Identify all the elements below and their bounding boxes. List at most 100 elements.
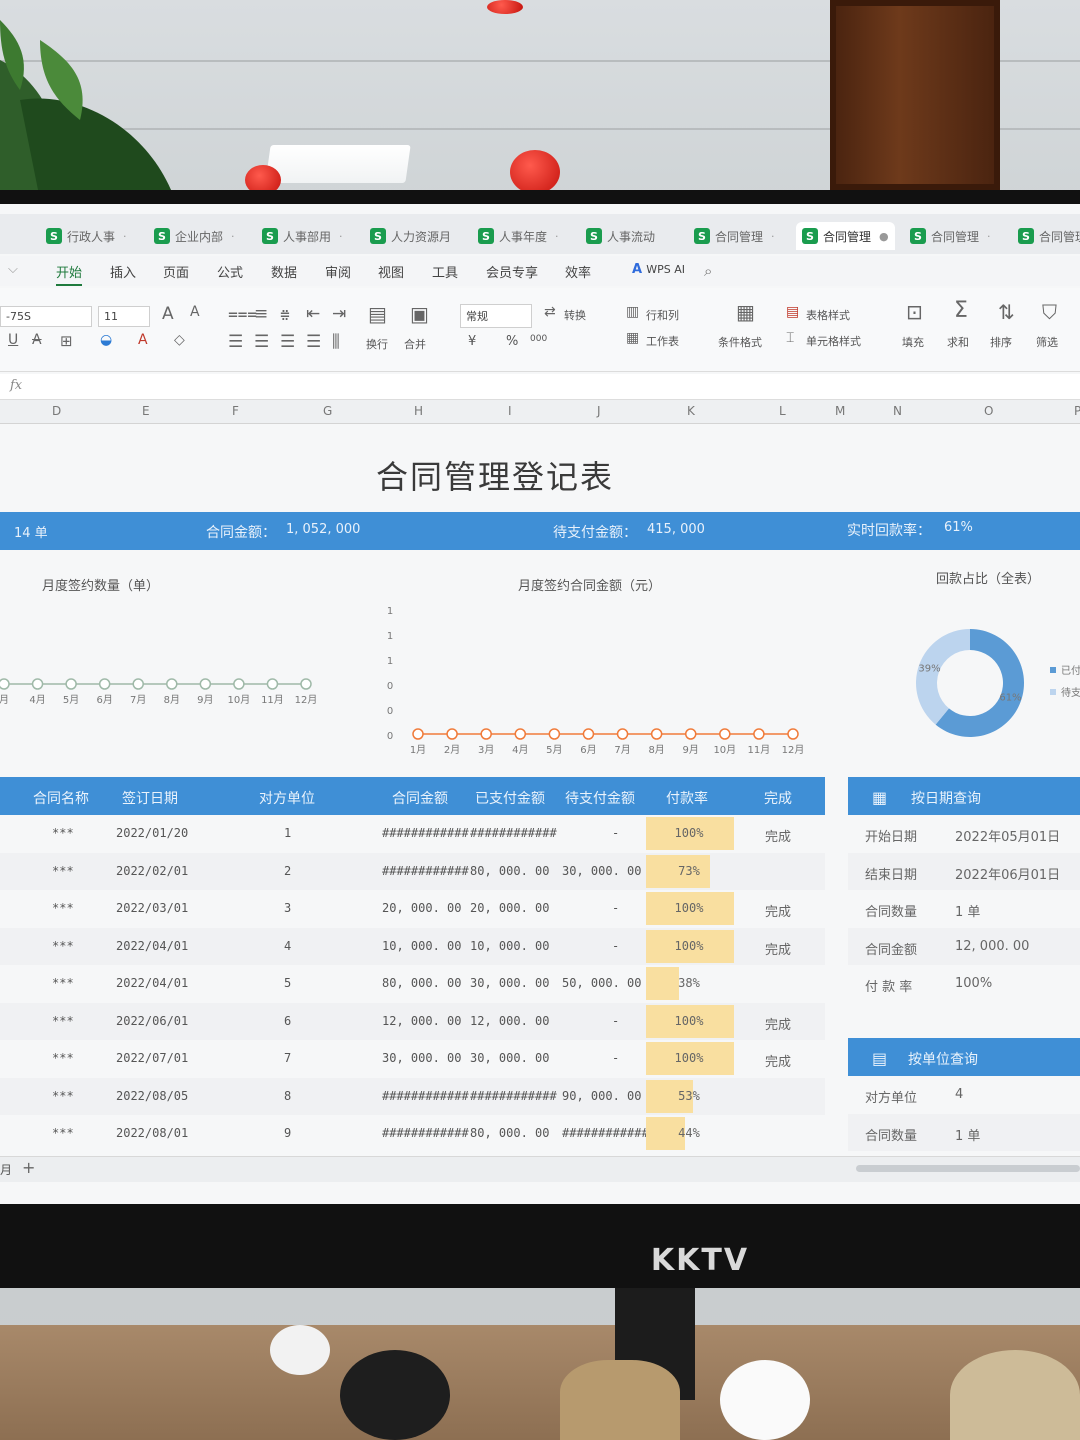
table-row[interactable]: *** 2022/04/01 5 80, 000. 00 30, 000. 00 50, …: [0, 965, 825, 1003]
tab-close-icon[interactable]: ·: [555, 230, 559, 243]
header-amount[interactable]: 合同金额: [392, 788, 448, 808]
cell-pending[interactable]: 50, 000. 00: [562, 976, 641, 990]
align-center-icon[interactable]: ☰: [254, 332, 269, 352]
document-tab[interactable]: S合同管理: [1018, 222, 1080, 250]
search-icon[interactable]: ⌕: [704, 262, 712, 280]
merge-cells-button[interactable]: 合并: [404, 336, 426, 352]
tab-close-icon[interactable]: ·: [339, 230, 343, 243]
border-icon[interactable]: ⊞: [60, 332, 73, 350]
query-value[interactable]: 12, 000. 00: [955, 939, 1029, 954]
cell-date[interactable]: 2022/02/01: [116, 864, 188, 878]
cell-pay-rate[interactable]: 53%: [646, 1089, 732, 1103]
table-row[interactable]: *** 2022/01/20 1 ############ ############ - 1…: [0, 815, 825, 853]
wrap-text-button[interactable]: 换行: [366, 336, 388, 352]
header-counterparty[interactable]: 对方单位: [259, 788, 315, 808]
cell-name[interactable]: ***: [52, 1051, 74, 1065]
document-tab[interactable]: S 人事部用 ·: [262, 222, 343, 250]
cell-party[interactable]: 4: [284, 939, 291, 953]
column-header[interactable]: O: [984, 404, 993, 418]
worksheet-button[interactable]: 工作表: [646, 333, 679, 349]
menu-member[interactable]: 会员专享: [486, 262, 538, 281]
cell-name[interactable]: ***: [52, 901, 74, 915]
cell-date[interactable]: 2022/07/01: [116, 1051, 188, 1065]
distribute-icon[interactable]: ⫼: [332, 332, 340, 352]
font-grow-icon[interactable]: A: [162, 304, 174, 324]
cell-amount[interactable]: 80, 000. 00: [382, 976, 461, 990]
cell-date[interactable]: 2022/08/01: [116, 1126, 188, 1140]
cell-name[interactable]: ***: [52, 864, 74, 878]
cell-pending[interactable]: -: [612, 939, 619, 953]
cell-pending[interactable]: 30, 000. 00: [562, 864, 641, 878]
align-middle-icon[interactable]: ≡: [254, 304, 268, 324]
percent-button[interactable]: %: [506, 334, 518, 349]
justify-icon[interactable]: ☰: [306, 332, 321, 352]
menu-review[interactable]: 审阅: [325, 262, 351, 281]
number-format-select[interactable]: 常规: [460, 304, 532, 328]
table-style-button[interactable]: 表格样式: [806, 307, 850, 323]
column-header[interactable]: P: [1074, 404, 1080, 418]
cell-date[interactable]: 2022/08/05: [116, 1089, 188, 1103]
wrap-text-icon[interactable]: ▤: [368, 302, 387, 326]
column-header[interactable]: L: [779, 404, 786, 418]
formula-bar[interactable]: fx: [0, 374, 1080, 400]
cell-pay-rate[interactable]: 100%: [646, 1051, 732, 1065]
cell-party[interactable]: 6: [284, 1014, 291, 1028]
clear-format-icon[interactable]: ◇: [174, 332, 185, 348]
cell-amount[interactable]: 30, 000. 00: [382, 1051, 461, 1065]
cell-name[interactable]: ***: [52, 1014, 74, 1028]
document-tab[interactable]: S 人事流动: [586, 222, 655, 250]
cell-amount[interactable]: 10, 000. 00: [382, 939, 461, 953]
cell-paid[interactable]: 30, 000. 00: [470, 976, 549, 990]
cell-party[interactable]: 5: [284, 976, 291, 990]
table-row[interactable]: *** 2022/06/01 6 12, 000. 00 12, 000. 00 - 100…: [0, 1002, 825, 1040]
table-row[interactable]: *** 2022/08/01 9 ############ 80, 000. 00 ###…: [0, 1115, 825, 1153]
underline-icon[interactable]: U: [8, 332, 18, 348]
table-row[interactable]: *** 2022/03/01 3 20, 000. 00 20, 000. 00 - 100…: [0, 890, 825, 928]
column-header[interactable]: H: [414, 404, 423, 418]
column-header[interactable]: I: [508, 404, 512, 418]
menu-formula[interactable]: 公式: [217, 262, 243, 281]
cell-party[interactable]: 7: [284, 1051, 291, 1065]
column-header[interactable]: J: [597, 404, 601, 418]
cell-amount[interactable]: ############: [382, 826, 469, 840]
cell-name[interactable]: ***: [52, 1089, 74, 1103]
column-header[interactable]: E: [142, 404, 150, 418]
cell-date[interactable]: 2022/06/01: [116, 1014, 188, 1028]
cell-party[interactable]: 9: [284, 1126, 291, 1140]
cell-done[interactable]: 完成: [765, 1051, 791, 1070]
fill-button[interactable]: 填充: [902, 334, 924, 350]
document-tab[interactable]: S 人事年度 ·: [478, 222, 559, 250]
header-pay-rate[interactable]: 付款率: [666, 788, 708, 808]
header-pending[interactable]: 待支付金额: [565, 788, 635, 808]
column-header[interactable]: K: [687, 404, 695, 418]
cell-pending[interactable]: ############: [562, 1126, 649, 1140]
align-right-icon[interactable]: ☰: [280, 332, 295, 352]
menu-wps-ai[interactable]: A WPS AI: [632, 262, 685, 277]
header-sign-date[interactable]: 签订日期: [122, 788, 178, 808]
menu-tools[interactable]: 工具: [432, 262, 458, 281]
query-value[interactable]: 2022年06月01日: [955, 864, 1060, 883]
cell-paid[interactable]: 12, 000. 00: [470, 1014, 549, 1028]
menu-home[interactable]: 开始: [56, 262, 83, 286]
sum-button[interactable]: 求和: [947, 334, 969, 350]
tab-close-icon[interactable]: ·: [231, 230, 235, 243]
add-sheet-button[interactable]: +: [22, 1158, 35, 1177]
column-header[interactable]: N: [893, 404, 902, 418]
cell-amount[interactable]: 20, 000. 00: [382, 901, 461, 915]
align-left-icon[interactable]: ☰: [228, 332, 243, 352]
cell-pay-rate[interactable]: 44%: [646, 1126, 732, 1140]
cell-pending[interactable]: -: [612, 1014, 619, 1028]
column-header[interactable]: D: [52, 404, 61, 418]
indent-decrease-icon[interactable]: ⇤: [306, 304, 320, 324]
cell-done[interactable]: 完成: [765, 1014, 791, 1033]
sort-button[interactable]: 排序: [990, 334, 1012, 350]
cell-date[interactable]: 2022/04/01: [116, 939, 188, 953]
header-contract-name[interactable]: 合同名称: [33, 788, 89, 808]
query-value[interactable]: 4: [955, 1087, 963, 1102]
cell-done[interactable]: 完成: [765, 901, 791, 920]
cell-pay-rate[interactable]: 100%: [646, 826, 732, 840]
cell-amount[interactable]: ############: [382, 864, 469, 878]
table-row[interactable]: *** 2022/02/01 2 ############ 80, 000. 00 30,…: [0, 852, 825, 890]
cell-date[interactable]: 2022/03/01: [116, 901, 188, 915]
font-size-select[interactable]: 11: [98, 306, 150, 327]
